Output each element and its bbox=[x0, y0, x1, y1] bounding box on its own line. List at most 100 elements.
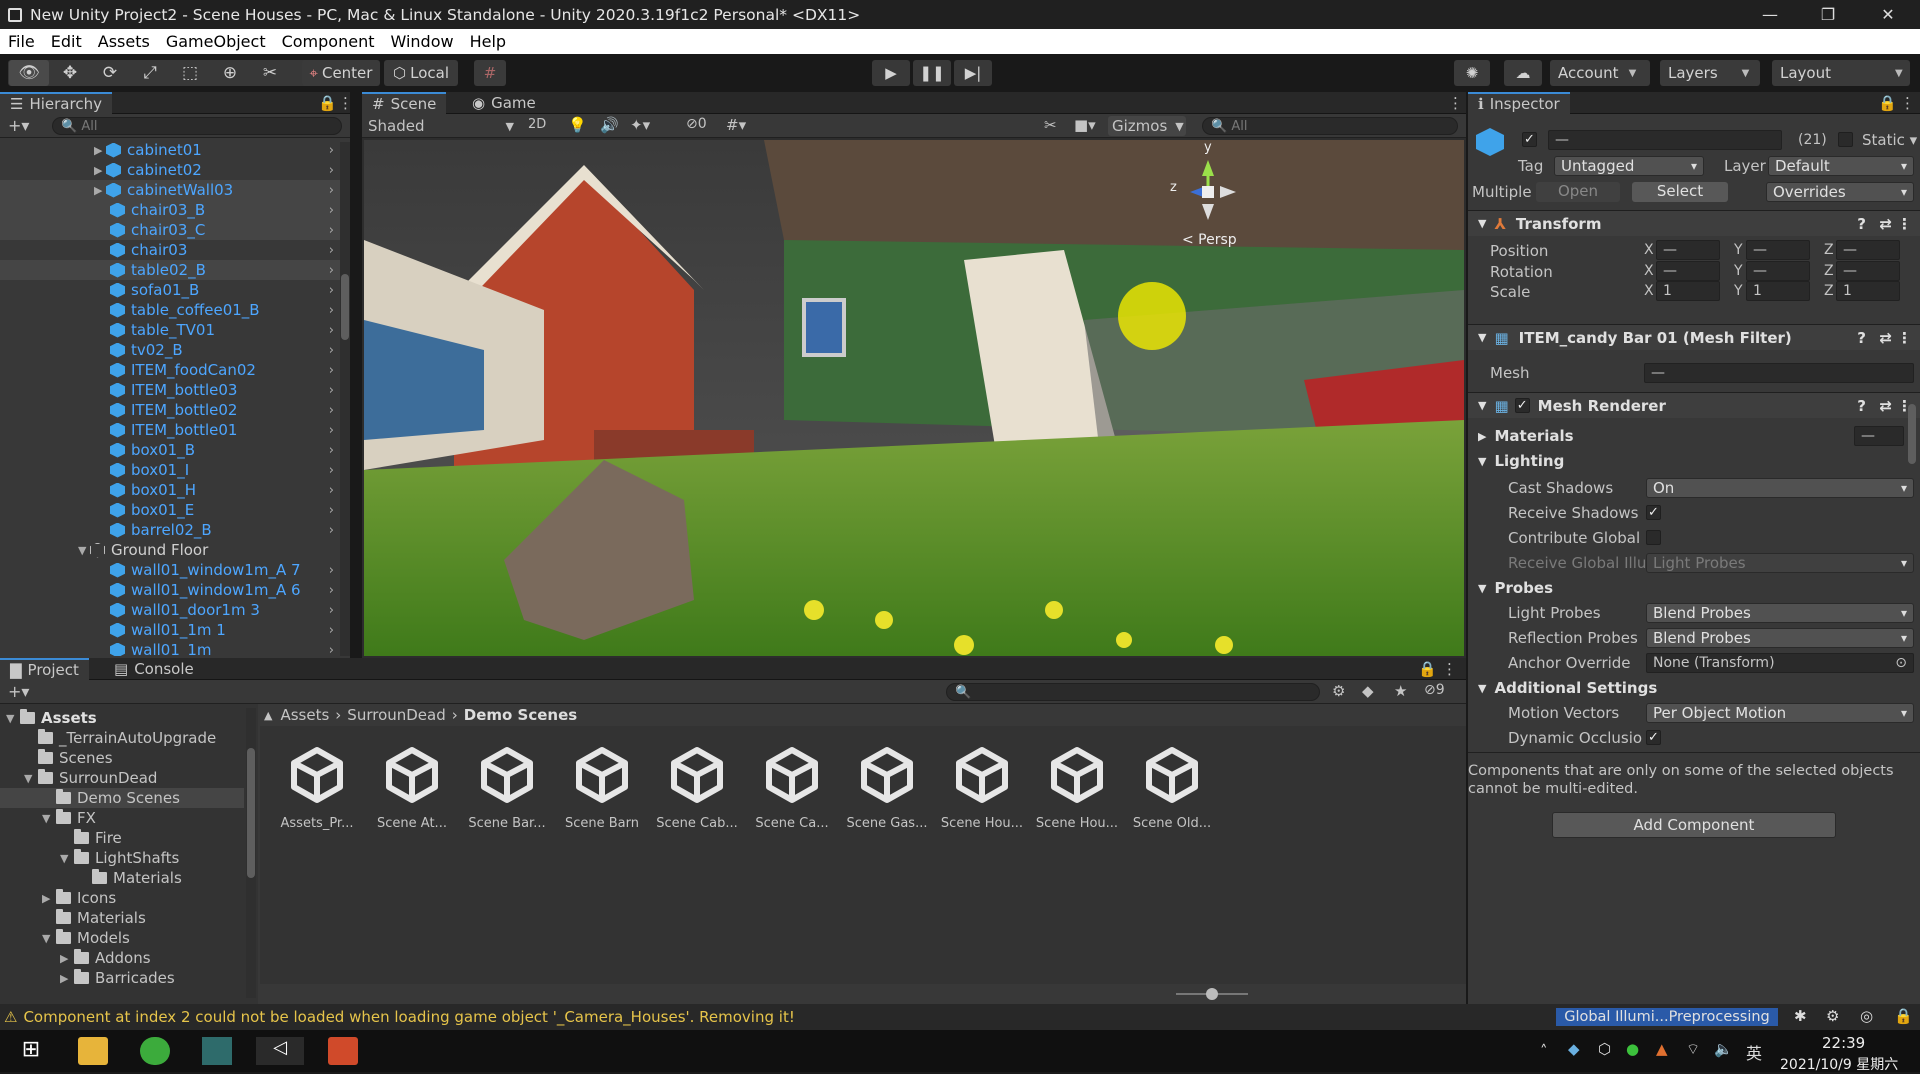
chevron-right-icon[interactable]: › bbox=[329, 643, 334, 657]
hierarchy-item[interactable]: chair03 › bbox=[0, 240, 340, 260]
transform-y-field[interactable]: — bbox=[1746, 260, 1810, 281]
kebab-menu-icon[interactable]: ⋮ bbox=[1897, 215, 1912, 233]
chevron-right-icon[interactable]: › bbox=[329, 463, 334, 478]
object-name-field[interactable]: — bbox=[1548, 130, 1782, 150]
clock-date[interactable]: 2021/10/9 星期六 bbox=[1780, 1054, 1898, 1074]
hierarchy-item[interactable]: ▶ cabinetWall03 › bbox=[0, 180, 340, 200]
step-button[interactable]: ▶| bbox=[954, 60, 992, 86]
persp-label[interactable]: < Persp bbox=[1182, 232, 1237, 248]
asset-item[interactable]: Scene Gas... bbox=[842, 744, 932, 831]
fold-closed-icon[interactable]: ▶ bbox=[42, 892, 56, 905]
asset-item[interactable]: Scene At... bbox=[367, 744, 457, 831]
hierarchy-item[interactable]: table_coffee01_B › bbox=[0, 300, 340, 320]
hierarchy-item[interactable]: wall01_1m › bbox=[0, 640, 340, 656]
hierarchy-scrollbar[interactable] bbox=[340, 142, 350, 656]
zoom-slider-thumb[interactable] bbox=[1206, 988, 1218, 1000]
static-checkbox[interactable] bbox=[1838, 132, 1853, 147]
rotate-tool-icon[interactable]: ⟳ bbox=[90, 60, 130, 86]
contribute-gi-checkbox[interactable] bbox=[1646, 530, 1661, 545]
fold-open-icon[interactable]: ▼ bbox=[6, 712, 20, 725]
chevron-right-icon[interactable]: › bbox=[329, 623, 334, 638]
fold-open-icon[interactable]: ▼ bbox=[60, 852, 74, 865]
camera-icon[interactable]: ■▾ bbox=[1074, 116, 1096, 134]
minimize-icon[interactable]: — bbox=[1742, 0, 1798, 29]
windows-start-icon[interactable]: ⊞ bbox=[16, 1037, 46, 1065]
folder-tree-item[interactable]: Materials bbox=[0, 868, 244, 888]
rect-tool-icon[interactable]: ⬚ bbox=[170, 60, 210, 86]
cast-shadows-dropdown[interactable]: On bbox=[1646, 478, 1914, 498]
fold-closed-icon[interactable]: ▶ bbox=[94, 144, 106, 157]
hierarchy-item[interactable]: ▶ cabinet02 › bbox=[0, 160, 340, 180]
layer-dropdown[interactable]: Default bbox=[1768, 156, 1914, 176]
asset-item[interactable]: Scene Old... bbox=[1127, 744, 1217, 831]
reflection-probes-dropdown[interactable]: Blend Probes bbox=[1646, 628, 1914, 648]
help-icon[interactable]: ? bbox=[1857, 397, 1866, 415]
asset-item[interactable]: Scene Barn bbox=[557, 744, 647, 831]
hierarchy-item[interactable]: ITEM_bottle02 › bbox=[0, 400, 340, 420]
chevron-right-icon[interactable]: › bbox=[329, 283, 334, 298]
kebab-menu-icon[interactable]: ⋮ bbox=[1448, 94, 1463, 112]
pivot-local-button[interactable]: ⬡ Local bbox=[384, 60, 458, 86]
kebab-menu-icon[interactable]: ⋮ bbox=[338, 94, 353, 112]
browser-icon[interactable] bbox=[140, 1037, 170, 1065]
chevron-right-icon[interactable]: › bbox=[329, 503, 334, 518]
wifi-icon[interactable]: ⌔ bbox=[1686, 1040, 1700, 1059]
move-tool-icon[interactable]: ✥ bbox=[50, 60, 90, 86]
help-icon[interactable]: ? bbox=[1857, 215, 1866, 233]
menu-window[interactable]: Window bbox=[390, 32, 453, 51]
motion-vectors-dropdown[interactable]: Per Object Motion bbox=[1646, 703, 1914, 723]
light-probes-dropdown[interactable]: Blend Probes bbox=[1646, 603, 1914, 623]
fold-closed-icon[interactable]: ▶ bbox=[94, 164, 106, 177]
chevron-right-icon[interactable]: › bbox=[329, 203, 334, 218]
asset-item[interactable]: Scene Bar... bbox=[462, 744, 552, 831]
receive-shadows-checkbox[interactable]: ✓ bbox=[1646, 505, 1661, 520]
static-dropdown[interactable]: Static ▾ bbox=[1862, 131, 1917, 149]
chevron-right-icon[interactable]: › bbox=[329, 303, 334, 318]
pivot-center-button[interactable]: ⌖ Center bbox=[302, 60, 380, 86]
menu-edit[interactable]: Edit bbox=[51, 32, 82, 51]
transform-z-field[interactable]: — bbox=[1836, 260, 1900, 281]
tree-scrollbar[interactable] bbox=[246, 708, 256, 998]
hierarchy-item[interactable]: wall01_door1m 3 › bbox=[0, 600, 340, 620]
scrollbar-thumb[interactable] bbox=[247, 748, 255, 878]
hierarchy-item[interactable]: ▶ cabinet01 › bbox=[0, 140, 340, 160]
folder-tree-item[interactable]: Scenes bbox=[0, 748, 244, 768]
chevron-right-icon[interactable]: › bbox=[329, 143, 334, 158]
anchor-override-field[interactable]: None (Transform) ⊙ bbox=[1646, 653, 1914, 673]
tag-dropdown[interactable]: Untagged bbox=[1554, 156, 1704, 176]
scene-viewport[interactable]: y z < Persp bbox=[364, 140, 1464, 656]
hierarchy-item[interactable]: wall01_window1m_A 7 › bbox=[0, 560, 340, 580]
scrollbar-thumb[interactable] bbox=[341, 274, 349, 340]
active-checkbox[interactable]: ✓ bbox=[1522, 132, 1537, 147]
account-dropdown[interactable]: Account ▼ bbox=[1550, 60, 1650, 86]
hidden-packages-icon[interactable]: ⊘9 bbox=[1424, 682, 1445, 698]
hierarchy-item[interactable]: wall01_window1m_A 6 › bbox=[0, 580, 340, 600]
target-icon[interactable]: ◎ bbox=[1860, 1007, 1873, 1025]
fold-open-icon[interactable]: ▼ bbox=[42, 812, 56, 825]
add-component-button[interactable]: Add Component bbox=[1552, 812, 1836, 838]
asset-item[interactable]: Scene Ca... bbox=[747, 744, 837, 831]
preset-icon[interactable]: ⇄ bbox=[1879, 215, 1892, 233]
gizmos-dropdown[interactable]: Gizmos ▼ bbox=[1108, 116, 1186, 136]
chevron-right-icon[interactable]: › bbox=[329, 223, 334, 238]
tools-icon[interactable]: ✂ bbox=[1044, 116, 1057, 134]
chevron-right-icon[interactable]: › bbox=[329, 423, 334, 438]
grid-snap-button[interactable]: # bbox=[474, 60, 506, 86]
hierarchy-item[interactable]: ITEM_foodCan02 › bbox=[0, 360, 340, 380]
view-tool-icon[interactable]: 👁 bbox=[9, 60, 49, 86]
scale-tool-icon[interactable]: ⤢ bbox=[130, 60, 170, 86]
hierarchy-item[interactable]: chair03_B › bbox=[0, 200, 340, 220]
hierarchy-item[interactable]: chair03_C › bbox=[0, 220, 340, 240]
select-button[interactable]: Select bbox=[1632, 182, 1728, 202]
tray-chevron-up-icon[interactable]: ˄ bbox=[1540, 1042, 1548, 1060]
fold-closed-icon[interactable]: ▶ bbox=[94, 184, 106, 197]
scene-search-input[interactable]: 🔍 All bbox=[1202, 117, 1458, 135]
kebab-menu-icon[interactable]: ⋮ bbox=[1900, 94, 1915, 112]
chevron-right-icon[interactable]: › bbox=[329, 383, 334, 398]
additional-settings-foldout[interactable]: ▼ Additional Settings bbox=[1478, 678, 1657, 698]
folder-tree-item[interactable]: ▼ Assets bbox=[0, 708, 244, 728]
chevron-right-icon[interactable]: › bbox=[329, 603, 334, 618]
folder-tree-item[interactable]: ▼ Models bbox=[0, 928, 244, 948]
shading-dropdown[interactable]: Shaded ▼ bbox=[368, 116, 514, 136]
chevron-right-icon[interactable]: › bbox=[329, 563, 334, 578]
